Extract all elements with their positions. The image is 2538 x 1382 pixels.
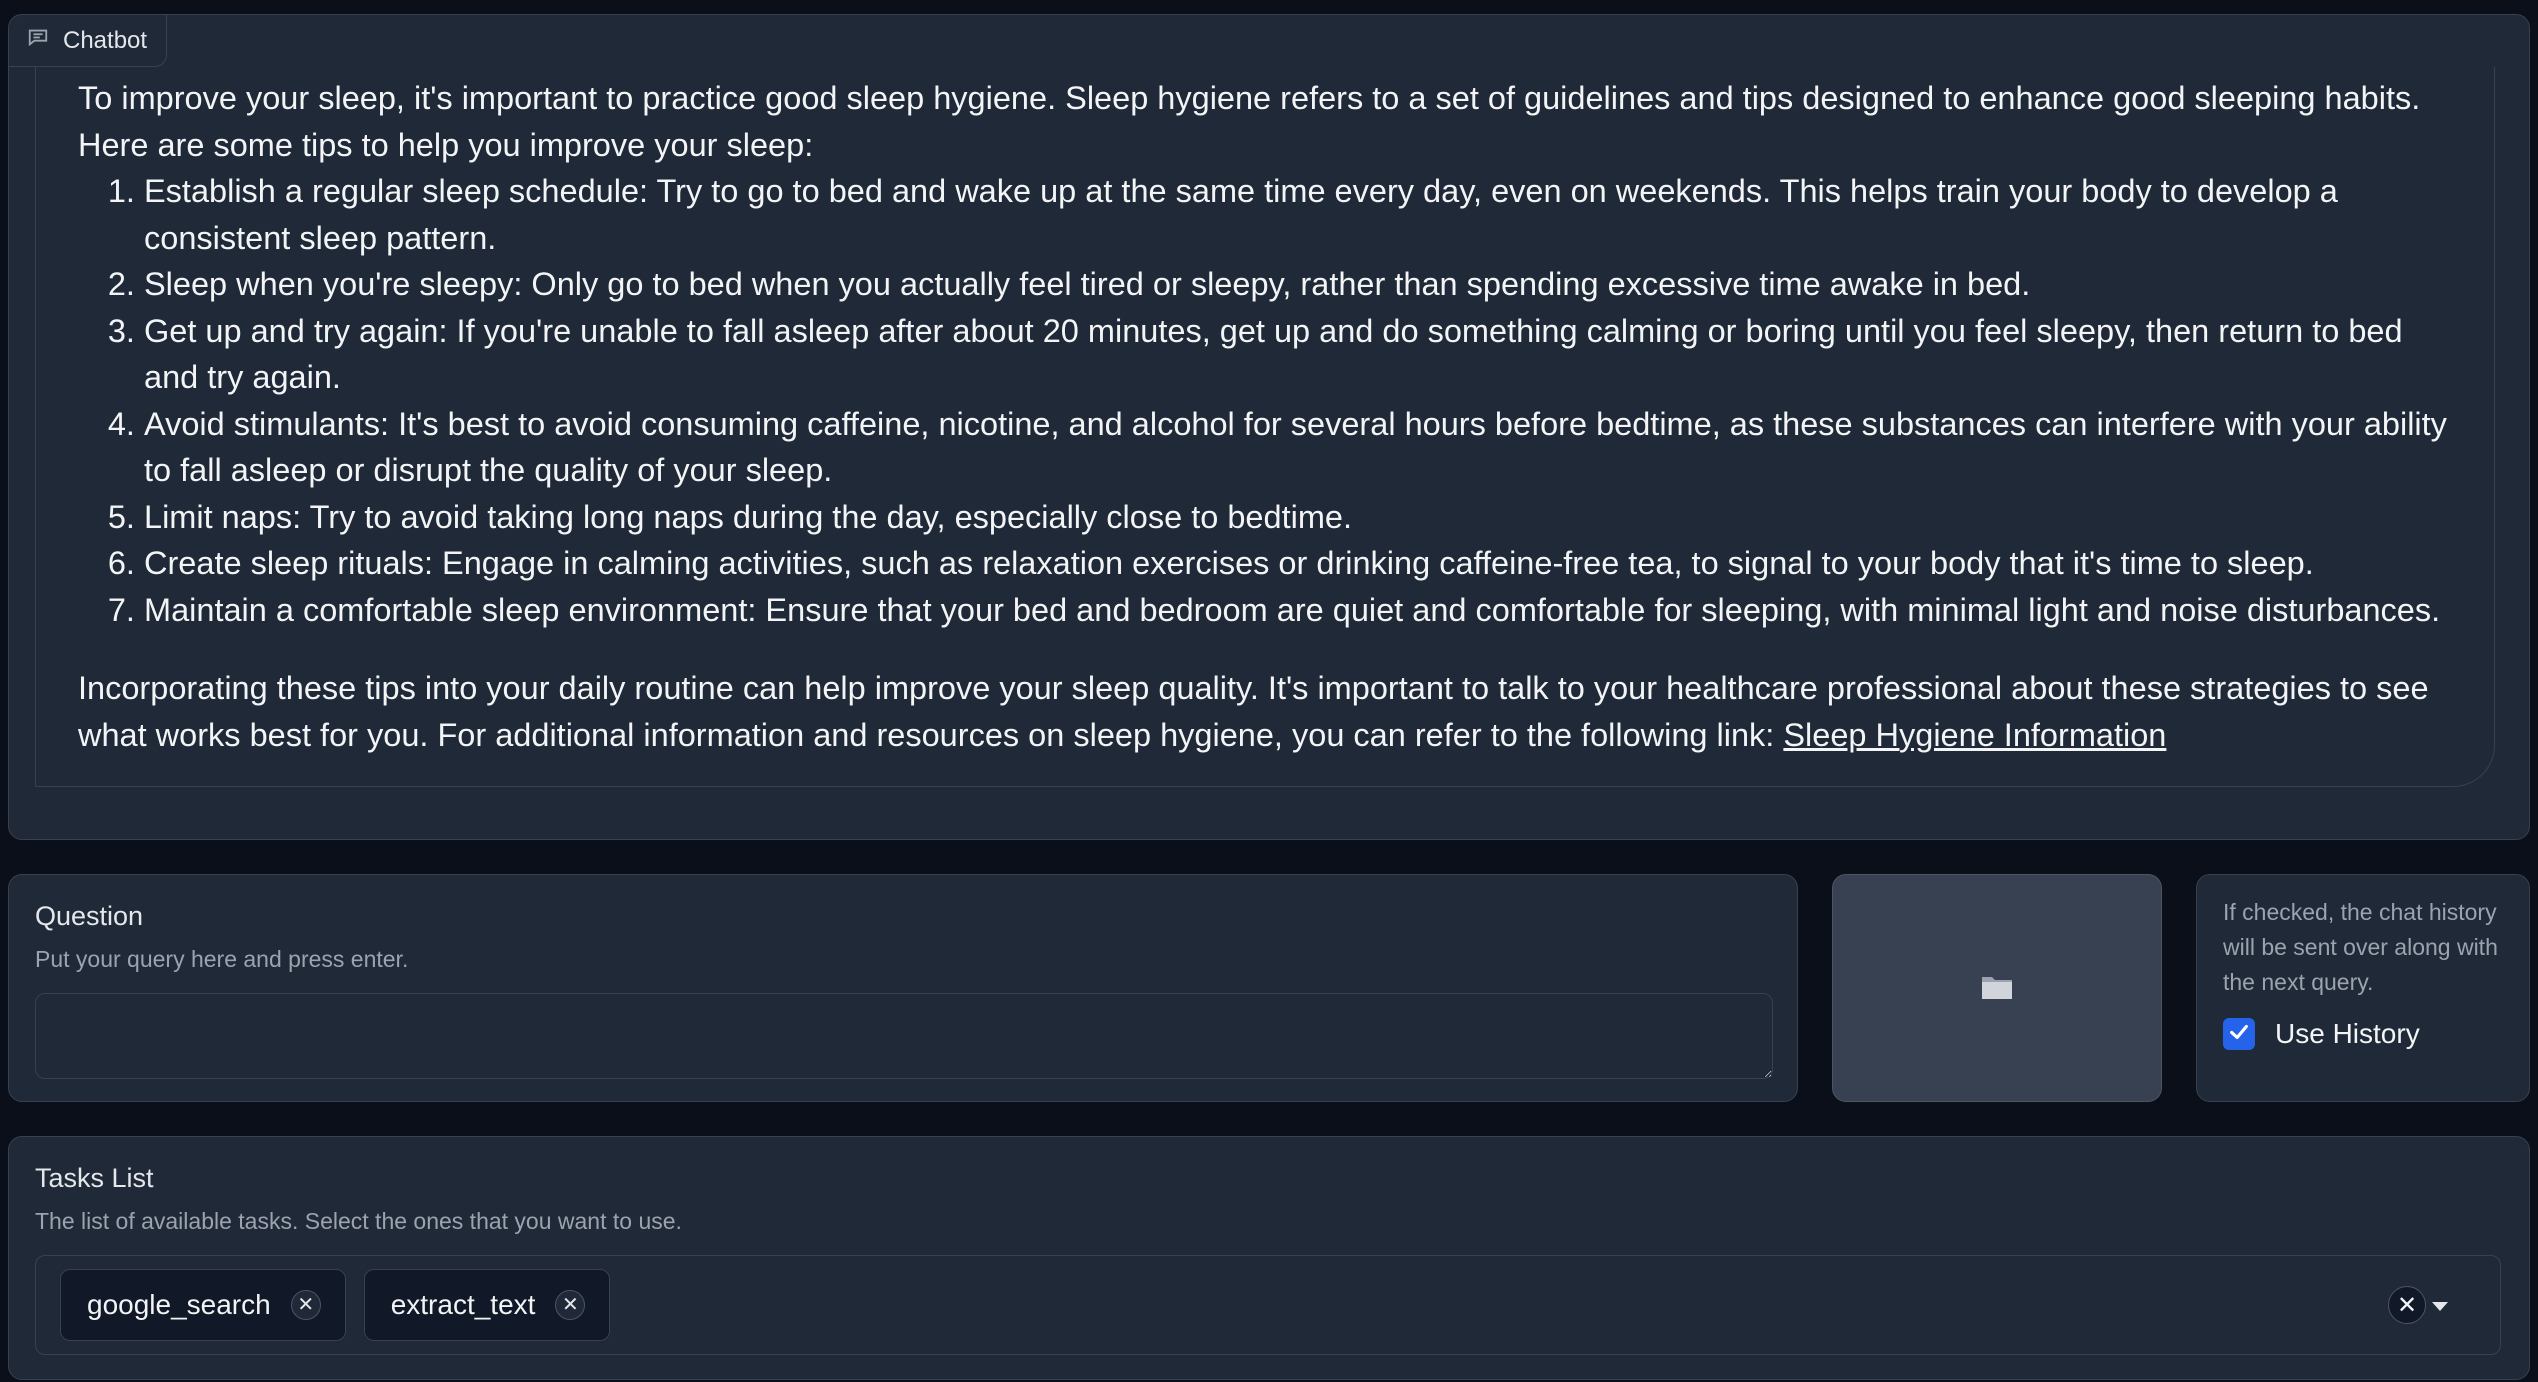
history-info: If checked, the chat history will be sen… [2223,899,2498,995]
task-token-label: extract_text [390,1289,536,1320]
question-label: Question [35,901,144,931]
chatbot-panel: Chatbot To improve your sleep, it's impo… [8,14,2530,840]
list-item: Get up and try again: If you're unable t… [144,308,2454,401]
sleep-hygiene-link[interactable]: Sleep Hygiene Information [1783,717,2166,753]
list-item: Limit naps: Try to avoid taking long nap… [144,494,2454,541]
tasks-multiselect[interactable]: google_search ✕ extract_text ✕ ✕ [35,1255,2501,1355]
tasks-panel: Tasks List The list of available tasks. … [8,1136,2530,1380]
message-outro: Incorporating these tips into your daily… [78,665,2454,758]
task-token-extract-text: extract_text ✕ [363,1269,611,1341]
list-item: Establish a regular sleep schedule: Try … [144,168,2454,261]
clear-all-icon[interactable]: ✕ [2388,1286,2426,1324]
list-item: Avoid stimulants: It's best to avoid con… [144,401,2454,494]
task-token-google-search: google_search ✕ [60,1269,346,1341]
question-input[interactable] [35,993,1773,1079]
list-item: Sleep when you're sleepy: Only go to bed… [144,261,2454,308]
question-panel: Question Put your query here and press e… [8,874,1798,1102]
chat-bubble-icon [27,26,49,55]
dropdown-arrow-icon[interactable] [2432,1302,2448,1311]
remove-token-icon[interactable]: ✕ [555,1290,586,1320]
chatbot-tab: Chatbot [9,15,167,67]
chatbot-tab-label: Chatbot [63,26,148,54]
remove-token-icon[interactable]: ✕ [290,1290,321,1320]
list-item: Create sleep rituals: Engage in calming … [144,540,2454,587]
tasks-label: Tasks List [35,1163,154,1193]
checkmark-icon [2228,1021,2250,1048]
question-info: Put your query here and press enter. [35,946,409,972]
use-history-checkbox[interactable] [2223,1018,2255,1050]
list-item: Maintain a comfortable sleep environment… [144,587,2454,634]
tasks-info: The list of available tasks. Select the … [35,1208,682,1234]
folder-icon [1980,971,2014,1006]
task-token-label: google_search [87,1289,271,1320]
history-panel: If checked, the chat history will be sen… [2196,874,2530,1102]
upload-button[interactable] [1832,874,2162,1102]
use-history-option[interactable]: Use History [2223,1018,2503,1050]
use-history-label[interactable]: Use History [2275,1018,2420,1050]
message-intro: To improve your sleep, it's important to… [78,80,2421,163]
bot-message: To improve your sleep, it's important to… [35,67,2495,787]
tips-list: Establish a regular sleep schedule: Try … [144,168,2454,633]
